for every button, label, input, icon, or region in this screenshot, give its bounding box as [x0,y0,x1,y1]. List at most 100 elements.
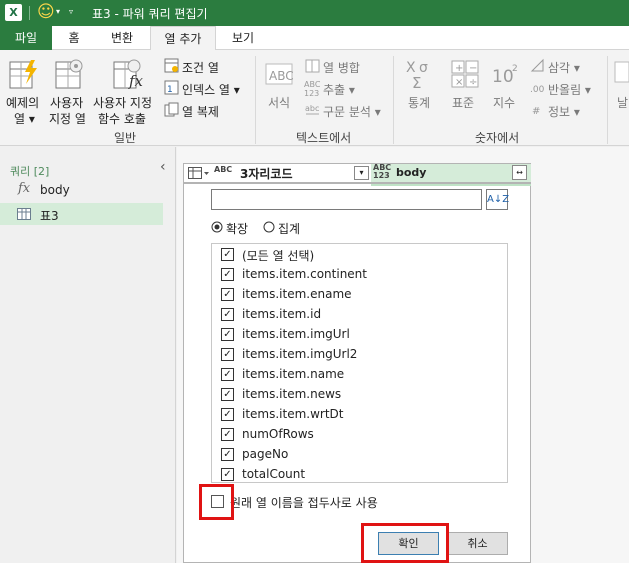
ribbon-separator [255,56,256,144]
standard-label[interactable]: 표준 [452,94,474,111]
date-icon[interactable] [613,58,629,90]
extract-label[interactable]: 추출 ▾ [323,81,355,98]
list-item-label: (모든 열 선택) [242,249,315,263]
list-item[interactable]: ✓ items.item.imgUrl2 [221,345,506,365]
checkbox-checked[interactable]: ✓ [221,388,234,401]
svg-text:1: 1 [167,85,173,95]
custom-column-label-2[interactable]: 지정 열 [49,110,86,127]
custom-column-label[interactable]: 사용자 [50,94,83,111]
list-item[interactable]: ✓ items.item.continent [221,265,506,285]
scientific-label[interactable]: 지수 [493,94,515,111]
checkbox-checked[interactable]: ✓ [221,408,234,421]
text-type-icon[interactable]: ABC [214,166,232,174]
radio-aggregate[interactable]: 집계 [263,219,313,236]
column-from-examples-label-2[interactable]: 열 ▾ [14,110,35,127]
column-search-input[interactable] [211,189,482,210]
highlight-box-ok [361,523,449,563]
tab-transform[interactable]: 변환 [96,26,148,50]
invoke-custom-function-label-2[interactable]: 함수 호출 [98,110,146,127]
standard-icon[interactable]: + − × ÷ [451,60,479,88]
invoke-custom-function-icon[interactable]: fx [112,58,144,90]
statistics-icon[interactable]: X σ Σ [404,58,436,90]
list-item[interactable]: ✓ totalCount [221,465,506,482]
date-label-cut[interactable]: 날 [617,94,628,111]
svg-text:÷: ÷ [469,77,477,88]
merge-columns-label[interactable]: 열 병합 [323,59,360,76]
checkbox-checked[interactable]: ✓ [221,308,234,321]
custom-column-icon[interactable] [54,58,84,90]
query-item-body[interactable]: fx body [0,180,163,202]
list-item[interactable]: ✓ items.item.id [221,305,506,325]
checkbox-checked[interactable]: ✓ [221,368,234,381]
column-body-header[interactable]: ABC 123 body ↔ [371,164,531,182]
column-from-examples-label[interactable]: 예제의 [6,94,39,111]
chevron-down-icon[interactable]: ▾ [56,7,60,16]
expand-column-icon[interactable]: ↔ [512,165,527,180]
checkbox-checked[interactable]: ✓ [221,248,234,261]
list-item[interactable]: ✓ pageNo [221,445,506,465]
svg-text:ABC: ABC [304,80,321,89]
checkbox-checked[interactable]: ✓ [221,448,234,461]
information-icon[interactable]: # [530,102,546,118]
column-from-examples-icon[interactable] [9,58,39,90]
parse-label[interactable]: 구문 분석 ▾ [323,103,381,120]
list-item[interactable]: ✓ numOfRows [221,425,506,445]
cancel-button[interactable]: 취소 [447,532,508,555]
radio-unselected-icon [263,221,275,233]
parse-icon[interactable]: abc [305,102,321,118]
prefix-checkbox-label: 원래 열 이름을 접두사로 사용 [230,496,378,510]
quick-access-customize-icon[interactable]: ▿ [69,7,73,16]
column-filter-dropdown[interactable]: ▾ [354,166,369,180]
scientific-icon[interactable]: 102 [492,60,520,88]
checkbox-checked[interactable]: ✓ [221,428,234,441]
tab-view[interactable]: 보기 [218,26,268,50]
checkbox-checked[interactable]: ✓ [221,268,234,281]
list-item[interactable]: ✓ items.item.wrtDt [221,405,506,425]
extract-icon[interactable]: ABC123 [304,78,322,98]
index-column-icon[interactable]: 1 [164,80,180,96]
rounding-label[interactable]: 반올림 ▾ [548,81,591,98]
list-item[interactable]: ✓ items.item.news [221,385,506,405]
popup-top-accent [371,184,531,186]
merge-columns-icon[interactable] [305,58,321,74]
invoke-custom-function-label[interactable]: 사용자 지정 [93,94,152,111]
information-label[interactable]: 정보 ▾ [548,103,580,120]
conditional-column-label[interactable]: 조건 열 [182,59,219,76]
checkbox-checked[interactable]: ✓ [221,288,234,301]
table-menu-icon[interactable] [188,167,210,180]
highlight-box-checkbox [199,484,234,520]
smiley-feedback-icon[interactable]: ☺ [37,2,55,22]
duplicate-column-icon[interactable] [164,102,180,118]
list-item[interactable]: ✓ items.item.imgUrl [221,325,506,345]
list-item-label: items.item.name [242,367,345,381]
tab-file[interactable]: 파일 [0,26,52,50]
statistics-label[interactable]: 통계 [408,94,430,111]
list-item[interactable]: ✓ (모든 열 선택) [221,245,506,265]
list-item[interactable]: ✓ items.item.name [221,365,506,385]
column-name[interactable]: body [396,166,426,179]
list-item-label: items.item.id [242,307,322,321]
column-name[interactable]: 3자리코드 [240,165,293,182]
query-item-table3[interactable]: 표3 [0,203,163,225]
ribbon-tabs: 파일 홈 변환 열 추가 보기 [0,26,629,51]
index-column-label[interactable]: 인덱스 열 ▾ [182,81,240,98]
trigonometry-label[interactable]: 삼각 ▾ [548,59,580,76]
format-label[interactable]: 서식 [268,94,290,111]
column-checklist: ✓ (모든 열 선택) ✓ items.item.continent ✓ items.… [211,243,508,483]
sort-az-button[interactable]: A↓Z [486,189,509,210]
conditional-column-icon[interactable] [164,58,180,74]
checkbox-checked[interactable]: ✓ [221,328,234,341]
trigonometry-icon[interactable] [530,58,546,74]
format-icon[interactable]: ABC [264,58,294,90]
list-item[interactable]: ✓ items.item.ename [221,285,506,305]
radio-expand[interactable]: 확장 [211,219,261,236]
rounding-icon[interactable]: .00 [530,80,546,96]
collapse-pane-icon[interactable]: ‹ [160,159,166,175]
checkbox-checked[interactable]: ✓ [221,468,234,481]
tab-home[interactable]: 홈 [52,26,96,50]
duplicate-column-label[interactable]: 열 복제 [182,103,219,120]
checkbox-checked[interactable]: ✓ [221,348,234,361]
any-type-icon[interactable]: ABC 123 [373,164,391,180]
tab-add-column[interactable]: 열 추가 [150,26,216,51]
queries-header: 쿼리 [2] [10,165,50,178]
